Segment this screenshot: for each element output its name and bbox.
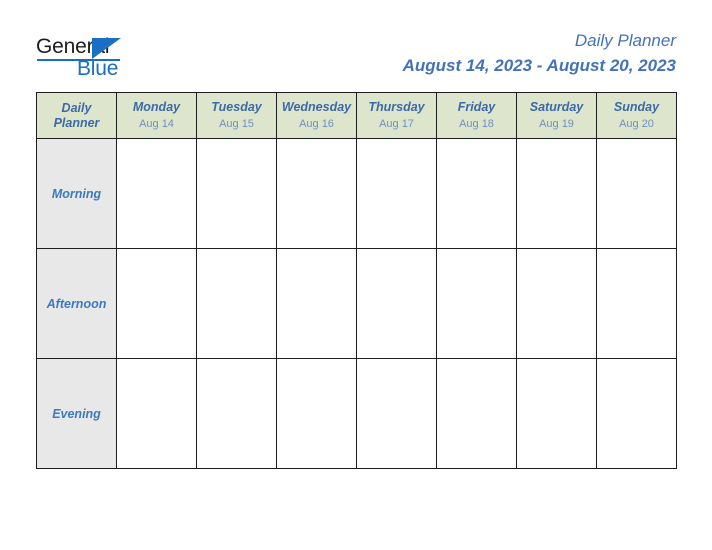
planner-day-name: Saturday xyxy=(529,99,584,114)
planner-day-name: Monday xyxy=(132,99,181,114)
planner-slot-cell[interactable] xyxy=(436,138,517,249)
planner-day-date: Aug 19 xyxy=(539,117,574,130)
planner-slot-cell[interactable] xyxy=(356,248,437,359)
planner-slot-cell[interactable] xyxy=(516,358,597,469)
planner-slot-cell[interactable] xyxy=(516,138,597,249)
planner-slot-cell[interactable] xyxy=(276,358,357,469)
planner-slot-cell[interactable] xyxy=(196,248,277,359)
planner-row-label-morning: Morning xyxy=(36,138,117,249)
planner-day-header-monday: Monday Aug 14 xyxy=(116,92,197,139)
planner-slot-cell[interactable] xyxy=(116,138,197,249)
planner-day-date: Aug 17 xyxy=(379,117,414,130)
planner-header-row: Daily Planner Monday Aug 14 Tuesday Aug 15 W… xyxy=(36,92,677,139)
triangle-icon xyxy=(92,38,121,59)
planner-day-header-tuesday: Tuesday Aug 15 xyxy=(196,92,277,139)
planner-row-label-text: Morning xyxy=(51,186,102,201)
page-date-range: August 14, 2023 - August 20, 2023 xyxy=(402,56,676,75)
planner-day-date: Aug 18 xyxy=(459,117,494,130)
planner-slot-cell[interactable] xyxy=(116,248,197,359)
planner-corner-line-2: Planner xyxy=(53,115,100,130)
planner-day-name: Sunday xyxy=(613,99,660,114)
planner-day-date: Aug 14 xyxy=(139,117,174,130)
planner-day-name: Tuesday xyxy=(211,99,262,114)
planner-corner-line-1: Daily xyxy=(61,100,92,115)
planner-slot-cell[interactable] xyxy=(516,248,597,359)
planner-corner-header: Daily Planner xyxy=(36,92,117,139)
brand-logo: General Blue xyxy=(36,36,156,84)
planner-day-header-thursday: Thursday Aug 17 xyxy=(356,92,437,139)
planner-slot-cell[interactable] xyxy=(276,138,357,249)
planner-slot-cell[interactable] xyxy=(116,358,197,469)
planner-slot-cell[interactable] xyxy=(596,138,677,249)
planner-slot-cell[interactable] xyxy=(276,248,357,359)
planner-body: Morning Afternoon Evening xyxy=(36,138,677,469)
planner-row: Afternoon xyxy=(36,248,677,359)
planner-row-label-text: Afternoon xyxy=(46,296,107,311)
planner-day-header-sunday: Sunday Aug 20 xyxy=(596,92,677,139)
planner-row-label-evening: Evening xyxy=(36,358,117,469)
planner-row: Evening xyxy=(36,358,677,469)
planner-slot-cell[interactable] xyxy=(356,138,437,249)
planner-slot-cell[interactable] xyxy=(196,358,277,469)
planner-row-label-text: Evening xyxy=(52,406,101,421)
planner-row-label-afternoon: Afternoon xyxy=(36,248,117,359)
planner-day-header-saturday: Saturday Aug 19 xyxy=(516,92,597,139)
planner-table: Daily Planner Monday Aug 14 Tuesday Aug 15 W… xyxy=(36,92,677,469)
planner-day-header-friday: Friday Aug 18 xyxy=(436,92,517,139)
planner-slot-cell[interactable] xyxy=(436,358,517,469)
planner-slot-cell[interactable] xyxy=(196,138,277,249)
planner-day-name: Friday xyxy=(457,99,496,114)
planner-slot-cell[interactable] xyxy=(596,248,677,359)
planner-day-date: Aug 16 xyxy=(299,117,334,130)
planner-slot-cell[interactable] xyxy=(356,358,437,469)
planner-day-name: Wednesday xyxy=(281,99,352,114)
planner-slot-cell[interactable] xyxy=(436,248,517,359)
title-block: Daily Planner August 14, 2023 - August 2… xyxy=(403,30,676,78)
planner-day-date: Aug 20 xyxy=(619,117,654,130)
planner-day-name: Thursday xyxy=(368,99,425,114)
brand-logo-secondary-text: Blue xyxy=(77,57,119,80)
planner-slot-cell[interactable] xyxy=(596,358,677,469)
planner-day-date: Aug 15 xyxy=(219,117,254,130)
page-title: Daily Planner xyxy=(574,31,676,50)
planner-row: Morning xyxy=(36,138,677,249)
planner-day-header-wednesday: Wednesday Aug 16 xyxy=(276,92,357,139)
page-header: General Blue Daily Planner August 14, 20… xyxy=(0,0,712,92)
